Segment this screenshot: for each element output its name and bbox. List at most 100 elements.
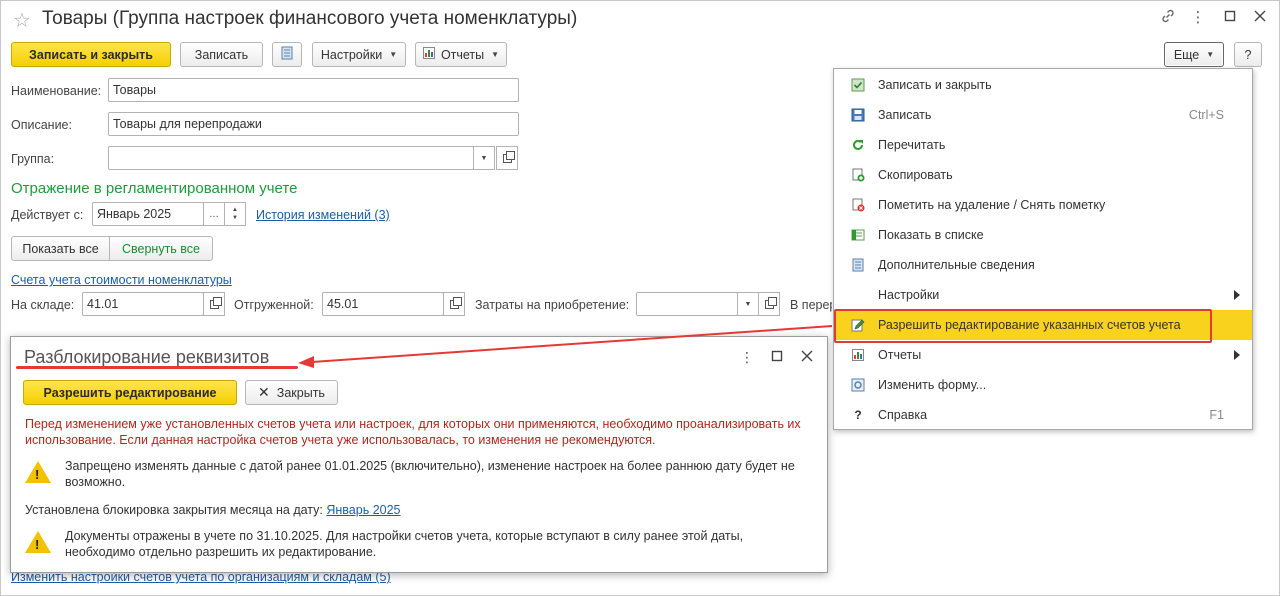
menu-item-label: Скопировать <box>878 168 953 182</box>
group-field[interactable] <box>108 146 474 170</box>
chevron-down-icon: ▼ <box>480 154 488 162</box>
menu-item-reread[interactable]: Перечитать <box>834 130 1252 160</box>
costs-open-button[interactable] <box>758 292 780 316</box>
menu-item-show-in-list[interactable]: Показать в списке <box>834 220 1252 250</box>
shipped-account-field[interactable]: 45.01 <box>322 292 444 316</box>
close-x-icon: ✕ <box>258 384 270 400</box>
window-title: Товары (Группа настроек финансового учет… <box>42 8 578 29</box>
more-dropdown[interactable]: Еще ▼ <box>1164 42 1224 67</box>
menu-item-settings[interactable]: Настройки <box>834 280 1252 310</box>
details-button[interactable] <box>272 42 302 67</box>
date-spin-button[interactable]: ▲ ▼ <box>224 202 246 226</box>
close-button-label: Закрыть <box>276 385 325 400</box>
group-label: Группа: <box>11 152 55 166</box>
warning-text: Перед изменением уже установленных счето… <box>25 417 801 447</box>
menu-item-label: Записать и закрыть <box>878 78 992 92</box>
menu-item-label: Пометить на удаление / Снять пометку <box>878 198 1106 212</box>
link-icon[interactable] <box>1158 8 1178 28</box>
more-vertical-icon[interactable]: ⋮ <box>1188 8 1208 28</box>
open-icon <box>449 296 462 309</box>
history-link[interactable]: История изменений (3) <box>256 208 390 222</box>
open-icon <box>764 296 777 309</box>
menu-item-shortcut: Ctrl+S <box>1188 108 1224 122</box>
name-field[interactable]: Товары <box>108 78 519 102</box>
dialog-title: Разблокирование реквизитов <box>24 347 270 367</box>
menu-item-label: Изменить форму... <box>878 378 987 392</box>
month-lock-label: Установлена блокировка закрытия месяца н… <box>25 503 327 517</box>
description-label: Описание: <box>11 118 72 132</box>
help-icon: ? <box>854 408 862 422</box>
close-icon[interactable] <box>801 350 813 365</box>
mark-delete-icon <box>850 197 866 213</box>
menu-item-save[interactable]: Записать Ctrl+S <box>834 100 1252 130</box>
report-icon <box>850 347 866 363</box>
menu-item-copy[interactable]: Скопировать <box>834 160 1252 190</box>
costs-label: Затраты на приобретение: <box>475 298 630 312</box>
menu-item-label: Отчеты <box>878 348 922 362</box>
settings-dropdown[interactable]: Настройки ▼ <box>312 42 406 67</box>
menu-item-details[interactable]: Дополнительные сведения <box>834 250 1252 280</box>
save-close-icon <box>850 77 866 93</box>
close-icon[interactable] <box>1250 8 1270 28</box>
save-close-button[interactable]: Записать и закрыть <box>11 42 171 67</box>
menu-item-label: Перечитать <box>878 138 946 152</box>
favorite-star-icon[interactable]: ☆ <box>13 8 31 33</box>
chevron-down-icon: ▼ <box>1206 50 1215 59</box>
name-label: Наименование: <box>11 84 102 98</box>
warehouse-account-field[interactable]: 41.01 <box>82 292 204 316</box>
warehouse-open-button[interactable] <box>203 292 225 316</box>
maximize-icon[interactable] <box>1220 8 1240 28</box>
collapse-all-button[interactable]: Свернуть все <box>109 236 213 261</box>
chevron-down-icon: ▼ <box>744 300 752 308</box>
menu-item-shortcut: F1 <box>1209 408 1224 422</box>
cut-label: В перер <box>790 298 832 312</box>
copy-icon <box>850 167 866 183</box>
unlock-dialog: Разблокирование реквизитов ⋮ Разрешить р… <box>10 336 828 573</box>
costs-dropdown-button[interactable]: ▼ <box>737 292 759 316</box>
group-dropdown-button[interactable]: ▼ <box>473 146 495 170</box>
menu-item-help[interactable]: ? Справка F1 <box>834 400 1252 430</box>
month-lock-note: Установлена блокировка закрытия месяца н… <box>25 502 401 518</box>
save-button[interactable]: Записать <box>180 42 263 67</box>
date-restriction-note: Запрещено изменять данные с датой ранее … <box>65 459 795 489</box>
maximize-icon[interactable] <box>771 350 783 365</box>
allow-edit-button[interactable]: Разрешить редактирование <box>23 380 237 405</box>
spin-down-icon: ▼ <box>232 215 238 221</box>
menu-item-highlight-frame <box>834 309 1212 343</box>
warehouse-label: На складе: <box>11 298 75 312</box>
close-button[interactable]: ✕ Закрыть <box>245 380 338 405</box>
open-icon <box>209 296 222 309</box>
settings-label: Настройки <box>320 47 383 62</box>
month-lock-link[interactable]: Январь 2025 <box>326 503 400 517</box>
chevron-down-icon: ▼ <box>389 50 398 59</box>
more-vertical-icon[interactable]: ⋮ <box>740 349 754 366</box>
menu-item-reports[interactable]: Отчеты <box>834 340 1252 370</box>
details-icon <box>281 46 293 63</box>
accounts-link[interactable]: Счета учета стоимости номенклатуры <box>11 273 232 287</box>
effective-label: Действует с: <box>11 208 84 222</box>
floppy-icon <box>850 107 866 123</box>
effective-date-field[interactable]: Январь 2025 <box>92 202 204 226</box>
menu-item-mark-delete[interactable]: Пометить на удаление / Снять пометку <box>834 190 1252 220</box>
costs-account-field[interactable] <box>636 292 738 316</box>
shipped-label: Отгруженной: <box>234 298 314 312</box>
spin-up-icon: ▲ <box>232 207 238 213</box>
reports-dropdown[interactable]: Отчеты ▼ <box>415 42 507 67</box>
menu-item-label: Показать в списке <box>878 228 984 242</box>
chevron-down-icon: ▼ <box>491 50 500 59</box>
documents-note: Документы отражены в учете по 31.10.2025… <box>65 529 744 559</box>
details-icon <box>850 257 866 273</box>
warning-icon: ! <box>25 531 51 553</box>
date-select-button[interactable]: … <box>203 202 225 226</box>
help-button[interactable]: ? <box>1234 42 1262 67</box>
description-field[interactable]: Товары для перепродажи <box>108 112 519 136</box>
menu-item-save-close[interactable]: Записать и закрыть <box>834 70 1252 100</box>
more-menu: Записать и закрыть Записать Ctrl+S Переч… <box>833 68 1253 430</box>
menu-item-label: Настройки <box>878 288 940 302</box>
shipped-open-button[interactable] <box>443 292 465 316</box>
more-label: Еще <box>1173 47 1200 62</box>
menu-item-label: Дополнительные сведения <box>878 258 1035 272</box>
menu-item-change-form[interactable]: Изменить форму... <box>834 370 1252 400</box>
group-open-button[interactable] <box>496 146 518 170</box>
show-all-button[interactable]: Показать все <box>11 236 110 261</box>
